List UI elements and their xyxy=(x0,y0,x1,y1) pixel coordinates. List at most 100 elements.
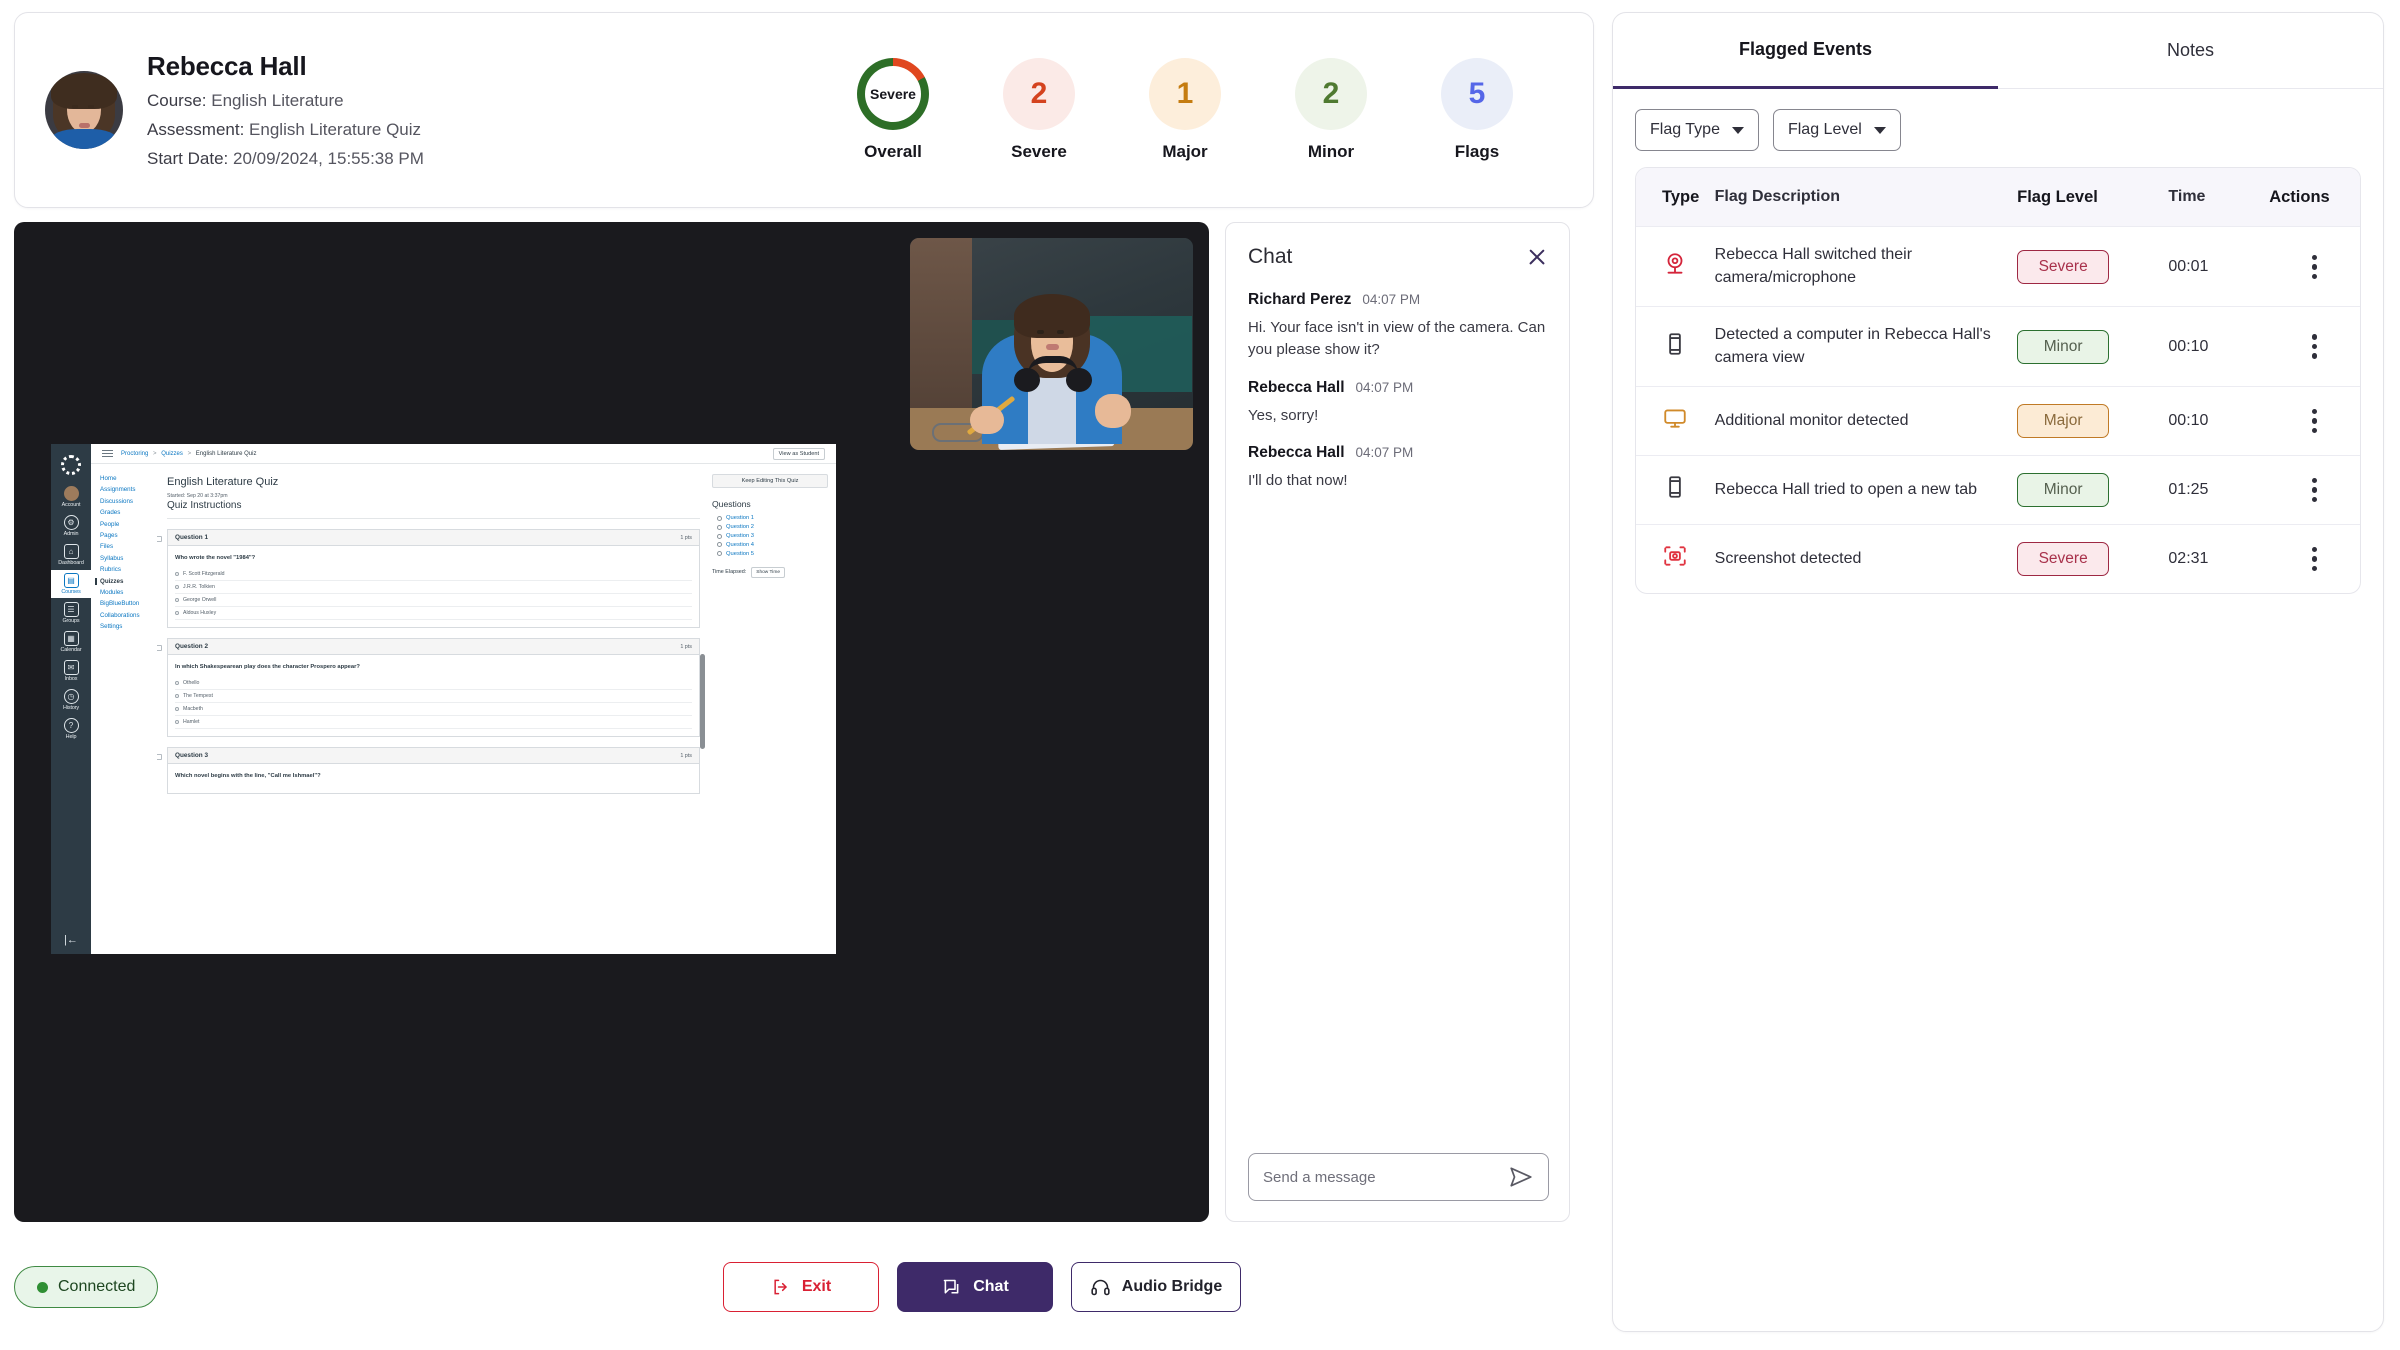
quiz-option[interactable]: Othello xyxy=(175,677,692,690)
canvas-nav-inbox[interactable]: ✉ Inbox xyxy=(51,657,91,685)
radio-icon[interactable] xyxy=(175,707,179,711)
column-header-type: Type xyxy=(1636,168,1715,228)
quiz-option[interactable]: George Orwell xyxy=(175,594,692,607)
radio-icon[interactable] xyxy=(175,598,179,602)
audio-bridge-button[interactable]: Audio Bridge xyxy=(1071,1262,1241,1312)
chat-toggle-button[interactable]: Chat xyxy=(897,1262,1053,1312)
canvas-nav-courses[interactable]: ▤ Courses xyxy=(51,570,91,598)
question-checkbox-icon[interactable] xyxy=(157,754,162,760)
student-avatar xyxy=(45,71,123,149)
filter-label: Flag Type xyxy=(1650,121,1720,138)
course-nav-home[interactable]: Home xyxy=(100,475,157,482)
chat-header: Chat xyxy=(1248,245,1549,269)
canvas-nav-dashboard[interactable]: ⌂ Dashboard xyxy=(51,541,91,569)
collapse-nav-icon[interactable]: |← xyxy=(64,934,78,946)
question-header: Question 3 1 pts xyxy=(168,748,699,764)
row-actions-menu-icon[interactable] xyxy=(2269,546,2360,572)
radio-icon[interactable] xyxy=(175,720,179,724)
canvas-nav-help[interactable]: ? Help xyxy=(51,715,91,743)
quiz-option[interactable]: Aldous Huxley xyxy=(175,607,692,620)
radio-icon[interactable] xyxy=(175,611,179,615)
quiz-option[interactable]: Macbeth xyxy=(175,703,692,716)
webcam-pip[interactable] xyxy=(910,238,1193,450)
question-link-label: Question 3 xyxy=(726,532,755,539)
course-nav-rubrics[interactable]: Rubrics xyxy=(100,566,157,573)
table-row[interactable]: Screenshot detected Severe 02:31 xyxy=(1636,524,2360,593)
chat-input-row[interactable] xyxy=(1248,1153,1549,1201)
radio-icon[interactable] xyxy=(175,681,179,685)
canvas-columns: Home Assignments Discussions Grades People Pa… xyxy=(91,464,836,954)
exit-button[interactable]: Exit xyxy=(723,1262,879,1312)
cell-type xyxy=(1636,524,1715,593)
course-nav-files[interactable]: Files xyxy=(100,543,157,550)
severity-stats: Severe Overall 2 Severe 1 Major 2 Minor 5 Flags xyxy=(847,58,1559,162)
overall-donut: Severe xyxy=(857,58,929,130)
course-nav-modules[interactable]: Modules xyxy=(100,589,157,596)
question-link-label: Question 4 xyxy=(726,541,755,548)
course-nav-quizzes[interactable]: Quizzes xyxy=(95,577,157,585)
course-nav-collaborations[interactable]: Collaborations xyxy=(100,612,157,619)
radio-icon[interactable] xyxy=(175,572,179,576)
question-link[interactable]: Question 2 xyxy=(712,523,828,532)
course-nav-people[interactable]: People xyxy=(100,521,157,528)
screen-share-video[interactable]: Account ⚙ Admin ⌂ Dashboard ▤ Courses ☰ Groups ▦ C… xyxy=(14,222,1209,1222)
course-nav-bigbluebutton[interactable]: BigBlueButton xyxy=(100,600,157,607)
row-actions-menu-icon[interactable] xyxy=(2269,408,2360,434)
canvas-scrollbar[interactable] xyxy=(700,654,705,749)
course-nav-settings[interactable]: Settings xyxy=(100,623,157,630)
canvas-nav-admin[interactable]: ⚙ Admin xyxy=(51,512,91,540)
radio-icon[interactable] xyxy=(175,694,179,698)
table-row[interactable]: Rebecca Hall tried to open a new tab Mino… xyxy=(1636,455,2360,525)
row-actions-menu-icon[interactable] xyxy=(2269,477,2360,503)
breadcrumb-section[interactable]: Quizzes xyxy=(161,451,183,457)
filter-flag-type[interactable]: Flag Type xyxy=(1635,109,1759,151)
canvas-nav-groups[interactable]: ☰ Groups xyxy=(51,599,91,627)
close-icon[interactable] xyxy=(1525,245,1549,269)
course-nav-pages[interactable]: Pages xyxy=(100,532,157,539)
table-row[interactable]: Detected a computer in Rebecca Hall's ca… xyxy=(1636,306,2360,387)
course-nav-discussions[interactable]: Discussions xyxy=(100,498,157,505)
breadcrumb-root[interactable]: Proctoring xyxy=(121,451,148,457)
quiz-option[interactable]: J.R.R. Tolkien xyxy=(175,581,692,594)
question-link[interactable]: Question 4 xyxy=(712,540,828,549)
view-as-student-button[interactable]: View as Student xyxy=(772,447,825,460)
chat-message-text: Hi. Your face isn't in view of the camer… xyxy=(1248,319,1546,358)
cell-type xyxy=(1636,226,1715,308)
question-body: Who wrote the novel "1984"? F. Scott Fitz… xyxy=(168,546,699,627)
canvas-nav-account[interactable]: Account xyxy=(51,483,91,511)
keep-editing-button[interactable]: Keep Editing This Quiz xyxy=(712,474,828,488)
chat-message: Rebecca Hall 04:07 PM Yes, sorry! xyxy=(1248,379,1549,427)
course-nav-grades[interactable]: Grades xyxy=(100,509,157,516)
minor-value: 2 xyxy=(1322,77,1340,110)
question-link[interactable]: Question 1 xyxy=(712,514,828,523)
show-time-button[interactable]: Show Time xyxy=(751,566,785,578)
hamburger-icon[interactable] xyxy=(102,449,113,458)
chat-message-author: Rebecca Hall xyxy=(1248,444,1345,462)
courses-icon: ▤ xyxy=(63,573,79,588)
message-input[interactable] xyxy=(1263,1168,1500,1186)
question-checkbox-icon[interactable] xyxy=(157,645,162,651)
question-checkbox-icon[interactable] xyxy=(157,536,162,542)
tab-notes[interactable]: Notes xyxy=(1998,13,2383,89)
quiz-option[interactable]: F. Scott Fitzgerald xyxy=(175,568,692,581)
chat-title: Chat xyxy=(1248,245,1293,268)
row-actions-menu-icon[interactable] xyxy=(2269,334,2360,359)
canvas-nav-calendar[interactable]: ▦ Calendar xyxy=(51,628,91,656)
filter-flag-level[interactable]: Flag Level xyxy=(1772,109,1901,151)
table-row[interactable]: Rebecca Hall switched their camera/micro… xyxy=(1636,226,2360,308)
quiz-option[interactable]: The Tempest xyxy=(175,690,692,703)
question-link[interactable]: Question 5 xyxy=(712,549,828,558)
row-actions-menu-icon[interactable] xyxy=(2269,254,2360,280)
student-name: Rebecca Hall xyxy=(147,51,307,81)
radio-icon[interactable] xyxy=(175,585,179,589)
course-nav-assignments[interactable]: Assignments xyxy=(100,486,157,493)
course-nav-syllabus[interactable]: Syllabus xyxy=(100,555,157,562)
question-link[interactable]: Question 3 xyxy=(712,532,828,541)
flagged-events-table: Type Flag Description Flag Level Time Action… xyxy=(1636,168,2360,593)
canvas-nav-history[interactable]: ◷ History xyxy=(51,686,91,714)
table-row[interactable]: Additional monitor detected Major 00:10 xyxy=(1636,386,2360,456)
quiz-option[interactable]: Hamlet xyxy=(175,716,692,729)
chat-button-label: Chat xyxy=(973,1278,1009,1295)
tab-flagged-events[interactable]: Flagged Events xyxy=(1613,13,1998,89)
send-icon[interactable] xyxy=(1508,1164,1534,1190)
